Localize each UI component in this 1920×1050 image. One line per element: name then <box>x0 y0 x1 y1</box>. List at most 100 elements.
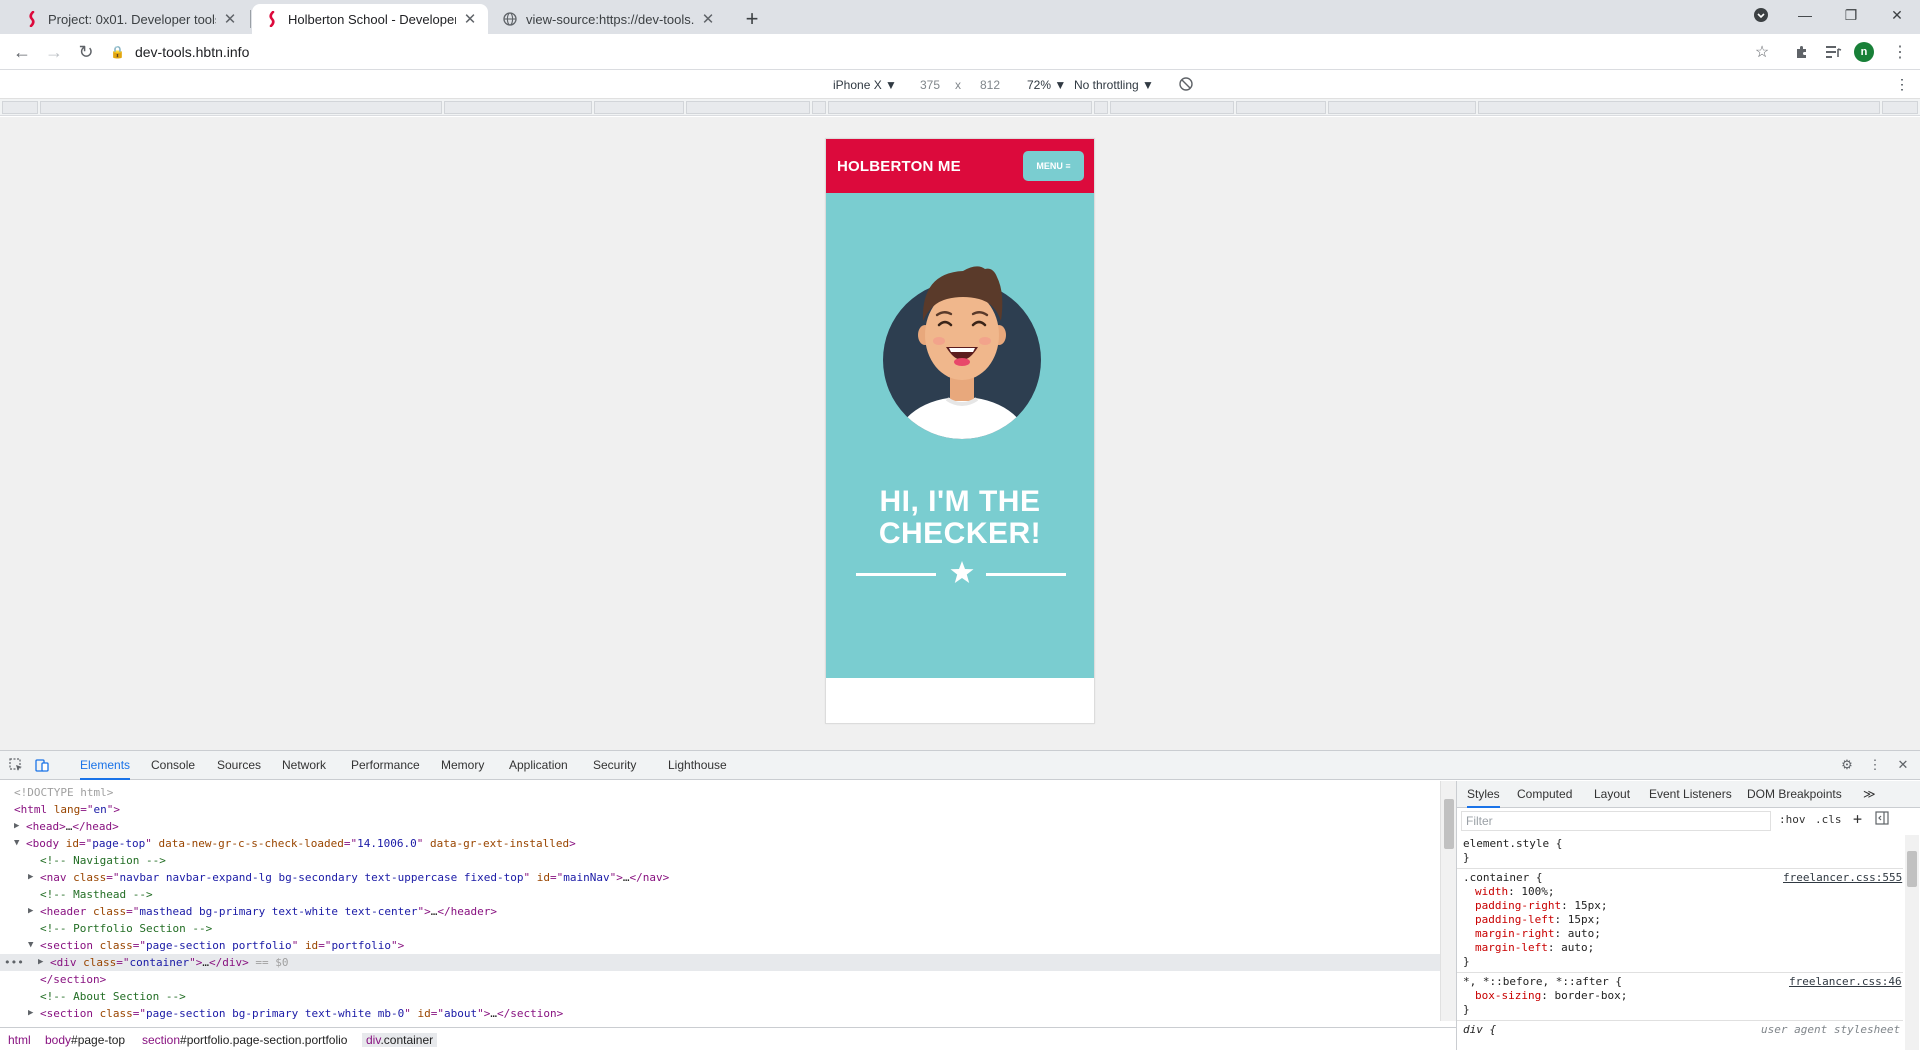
scrollbar-thumb[interactable] <box>1907 851 1917 887</box>
extensions-puzzle-icon[interactable] <box>1790 40 1814 64</box>
new-style-rule-icon[interactable]: + <box>1853 810 1862 828</box>
media-query-segment[interactable] <box>1094 101 1108 114</box>
close-tab-icon[interactable]: ✕ <box>222 10 238 28</box>
rule-source-link[interactable]: freelancer.css:46 <box>1789 975 1902 989</box>
address-bar[interactable]: 🔒 dev-tools.hbtn.info <box>110 39 1770 65</box>
element-style-selector[interactable]: element.style { <box>1463 837 1562 851</box>
browser-tab-holberton[interactable]: Holberton School - Developer to ✕ <box>252 4 488 34</box>
media-query-segment[interactable] <box>812 101 826 114</box>
dom-node[interactable]: <html lang="en"> <box>0 801 1440 818</box>
styles-tabs-overflow-icon[interactable]: ≫ <box>1863 781 1876 808</box>
media-query-segment[interactable] <box>1478 101 1880 114</box>
lock-icon[interactable]: 🔒 <box>110 45 125 59</box>
media-query-segment[interactable] <box>1236 101 1326 114</box>
css-property[interactable]: padding-left: 15px; <box>1475 913 1601 927</box>
close-window-icon[interactable]: ✕ <box>1874 0 1920 30</box>
minimize-window-icon[interactable]: — <box>1782 0 1828 30</box>
reload-icon[interactable]: ↻ <box>72 38 100 66</box>
devtools-tab-lighthouse[interactable]: Lighthouse <box>668 751 727 780</box>
close-tab-icon[interactable]: ✕ <box>462 10 478 28</box>
device-toolbar-more-icon[interactable]: ⋮ <box>1895 76 1909 93</box>
toggle-sidebar-icon[interactable] <box>1875 811 1889 828</box>
css-property[interactable]: padding-right: 15px; <box>1475 899 1607 913</box>
dom-node[interactable]: </section> <box>0 971 1440 988</box>
dom-node[interactable]: ▼ <body id="page-top" data-new-gr-c-s-che… <box>0 835 1440 852</box>
dom-node[interactable]: <!-- About Section --> <box>0 988 1440 1005</box>
restore-window-icon[interactable]: ❐ <box>1828 0 1874 30</box>
breadcrumb-body[interactable]: body#page-top <box>45 1033 125 1047</box>
devtools-tab-memory[interactable]: Memory <box>441 751 484 780</box>
device-toggle-icon[interactable] <box>33 756 51 774</box>
dom-node[interactable]: <!-- Navigation --> <box>0 852 1440 869</box>
media-query-segment[interactable] <box>40 101 442 114</box>
forward-arrow-icon[interactable]: → <box>40 38 68 66</box>
breadcrumb-section[interactable]: section#portfolio.page-section.portfolio <box>142 1033 347 1047</box>
breadcrumb-html[interactable]: html <box>8 1033 31 1047</box>
devtools-tab-performance[interactable]: Performance <box>351 751 420 780</box>
css-property[interactable]: box-sizing: border-box; <box>1475 989 1627 1003</box>
breadcrumb-div[interactable]: div.container <box>362 1033 438 1047</box>
zoom-select[interactable]: 72% ▼ <box>1027 78 1066 92</box>
dom-node[interactable]: <!-- Masthead --> <box>0 886 1440 903</box>
media-query-segment[interactable] <box>594 101 684 114</box>
devtools-tab-console[interactable]: Console <box>151 751 195 780</box>
styles-tab-layout[interactable]: Layout <box>1594 781 1630 808</box>
hover-state-toggle[interactable]: :hov <box>1779 813 1806 826</box>
menu-button[interactable]: MENU ≡ <box>1023 151 1084 181</box>
devtools-tab-network[interactable]: Network <box>282 751 326 780</box>
expand-triangle-icon[interactable]: ▶ <box>38 954 43 971</box>
container-rule-header[interactable]: .container { freelancer.css:555 <box>1463 871 1902 885</box>
media-query-segment[interactable] <box>1882 101 1918 114</box>
dom-node[interactable]: ▼ <section class="page-section portfolio"… <box>0 937 1440 954</box>
tab-search-icon[interactable] <box>1738 0 1784 30</box>
bookmark-star-icon[interactable]: ☆ <box>1750 40 1774 64</box>
styles-scrollbar[interactable] <box>1905 835 1919 1050</box>
collapse-triangle-icon[interactable]: ▼ <box>28 937 33 954</box>
styles-tab-dom-breakpoints[interactable]: DOM Breakpoints <box>1747 781 1842 808</box>
devtools-tab-application[interactable]: Application <box>509 751 568 780</box>
rotate-icon[interactable] <box>1178 76 1194 95</box>
expand-triangle-icon[interactable]: ▶ <box>28 903 33 920</box>
profile-avatar[interactable]: n <box>1854 42 1874 62</box>
elements-scrollbar[interactable] <box>1440 781 1456 1021</box>
device-select[interactable]: iPhone X ▼ <box>833 78 897 92</box>
styles-filter-input[interactable]: Filter <box>1461 811 1771 831</box>
expand-triangle-icon[interactable]: ▶ <box>14 818 19 835</box>
css-property[interactable]: width: 100%; <box>1475 885 1555 899</box>
close-devtools-icon[interactable]: ✕ <box>1894 756 1912 774</box>
media-query-segment[interactable] <box>2 101 38 114</box>
dom-node[interactable]: ▶ <head>…</head> <box>0 818 1440 835</box>
devtools-tab-elements[interactable]: Elements <box>80 751 131 780</box>
new-tab-button[interactable]: + <box>738 6 766 34</box>
close-tab-icon[interactable]: ✕ <box>700 10 716 28</box>
styles-tab-event-listeners[interactable]: Event Listeners <box>1649 781 1732 808</box>
devtools-more-icon[interactable]: ⋮ <box>1866 756 1884 774</box>
expand-triangle-icon[interactable]: ▶ <box>28 1005 33 1021</box>
media-query-segment[interactable] <box>1110 101 1234 114</box>
rule-source-link[interactable]: freelancer.css:555 <box>1783 871 1902 885</box>
styles-tab-styles[interactable]: Styles <box>1467 781 1500 808</box>
site-brand[interactable]: HOLBERTON ME <box>837 158 961 175</box>
ua-rule-header[interactable]: div { user agent stylesheet <box>1463 1023 1900 1037</box>
css-property[interactable]: margin-right: auto; <box>1475 927 1601 941</box>
browser-tab-view-source[interactable]: view-source:https://dev-tools.hbt ✕ <box>490 4 726 34</box>
back-arrow-icon[interactable]: ← <box>8 38 36 66</box>
universal-rule-header[interactable]: *, *::before, *::after { freelancer.css:… <box>1463 975 1902 989</box>
dom-node[interactable]: ▶ <header class="masthead bg-primary text… <box>0 903 1440 920</box>
browser-menu-icon[interactable]: ⋮ <box>1888 40 1912 64</box>
dom-node[interactable]: <!-- Portfolio Section --> <box>0 920 1440 937</box>
expand-triangle-icon[interactable]: ▶ <box>28 869 33 886</box>
dom-node[interactable]: <!DOCTYPE html> <box>0 784 1440 801</box>
media-query-segment[interactable] <box>828 101 1092 114</box>
dom-node[interactable]: ▶ <section class="page-section bg-primary… <box>0 1005 1440 1021</box>
collapse-triangle-icon[interactable]: ▼ <box>14 835 19 852</box>
node-actions-icon[interactable]: ••• <box>4 954 24 971</box>
browser-tab-project[interactable]: Project: 0x01. Developer tools | H ✕ <box>12 4 248 34</box>
media-query-segment[interactable] <box>686 101 810 114</box>
device-width-input[interactable]: 375 <box>920 78 940 92</box>
media-query-segment[interactable] <box>444 101 592 114</box>
settings-gear-icon[interactable]: ⚙ <box>1838 756 1856 774</box>
styles-tab-computed[interactable]: Computed <box>1517 781 1572 808</box>
inspect-element-icon[interactable] <box>7 756 25 774</box>
device-height-input[interactable]: 812 <box>980 78 1000 92</box>
